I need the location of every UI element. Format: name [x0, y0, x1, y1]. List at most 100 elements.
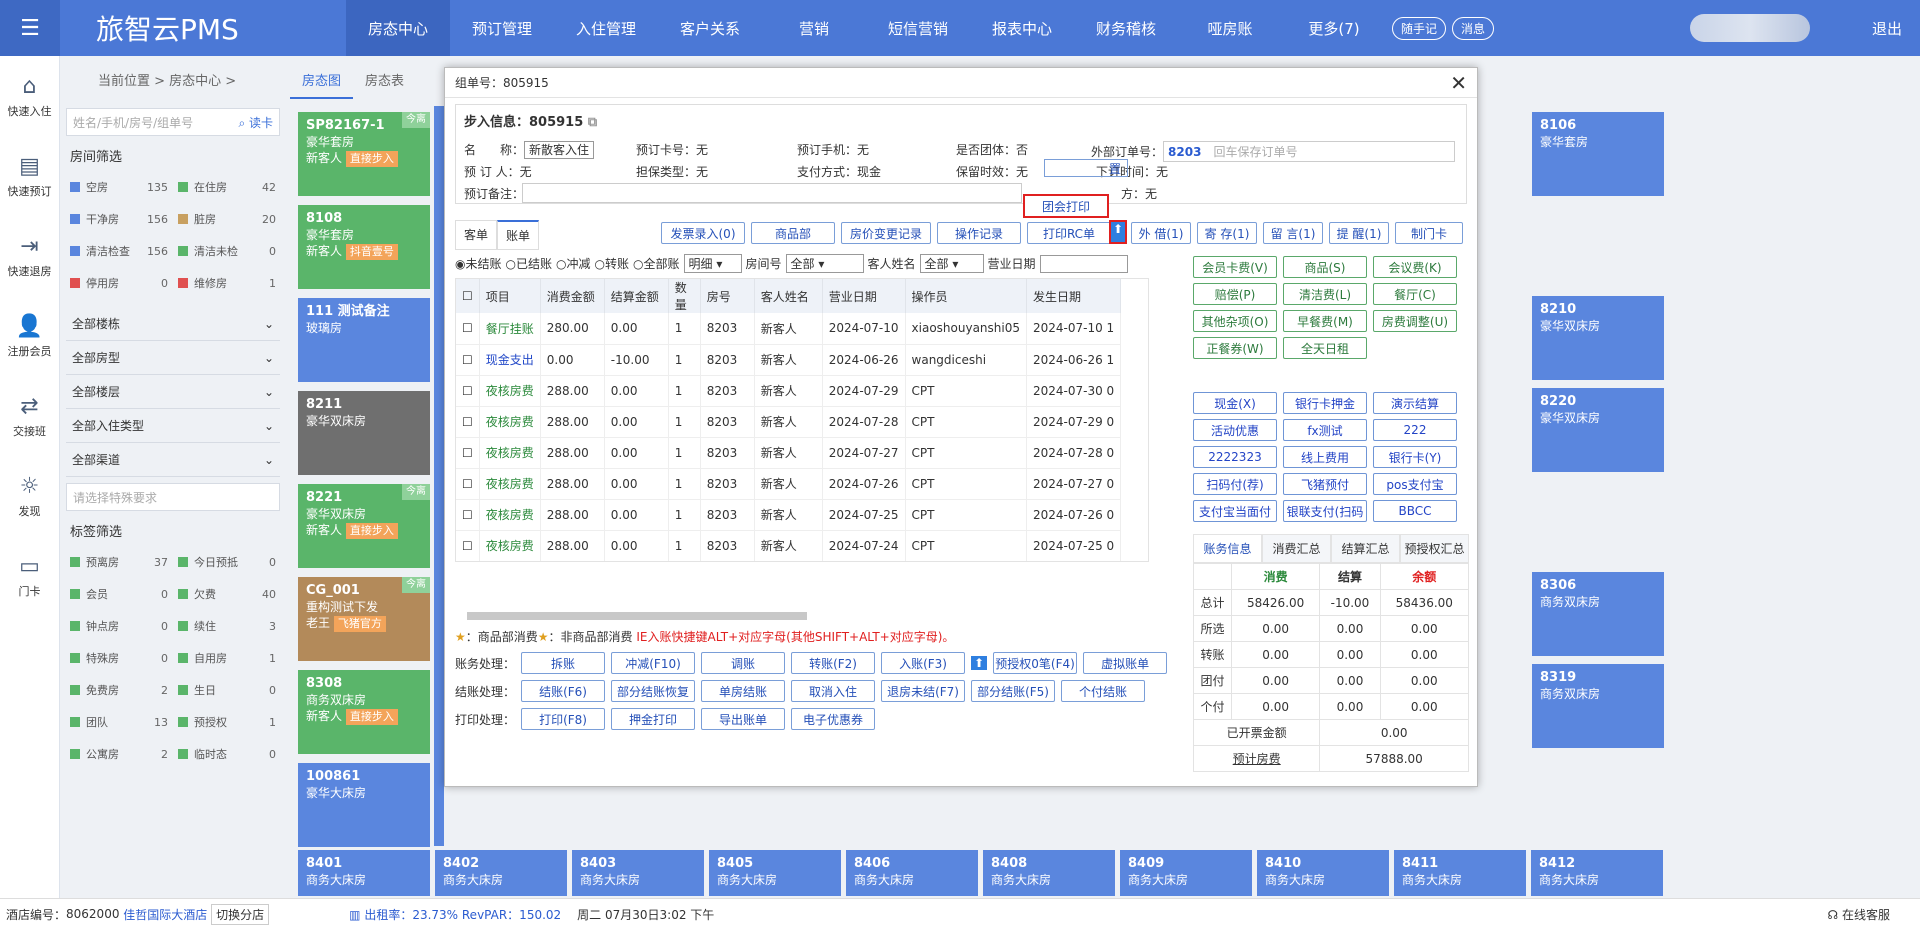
name-field[interactable]: 新散客入住: [524, 141, 595, 159]
print-button[interactable]: 押金打印: [611, 708, 696, 730]
charge-button[interactable]: 餐厅(C): [1373, 283, 1457, 305]
tab-room-map[interactable]: 房态图: [290, 62, 354, 99]
table-row[interactable]: ☐ 现金支出 0.00 -10.00 1 8203 新客人 2024-06-26 wangdic…: [456, 344, 1122, 376]
settle-button[interactable]: 部分结账(F5): [971, 680, 1056, 702]
charge-button[interactable]: 会员卡费(V): [1193, 256, 1277, 278]
payment-button[interactable]: 演示结算: [1373, 392, 1457, 414]
room-filter-item[interactable]: 停用房 0: [70, 269, 168, 297]
tag-filter-item[interactable]: 生日 0: [178, 676, 276, 704]
payment-button[interactable]: 银联支付(扫码: [1283, 500, 1367, 522]
room-filter-item[interactable]: 维修房 1: [178, 269, 276, 297]
notes-pill[interactable]: 随手记: [1392, 16, 1447, 40]
room-tile[interactable]: 8402 商务大床房: [435, 850, 567, 896]
toolbar-button[interactable]: 操作记录: [937, 222, 1021, 244]
print-button[interactable]: 打印(F8): [521, 708, 606, 730]
filter-dropdown[interactable]: 全部楼栋 ⌄: [66, 307, 280, 341]
radio-unsettled[interactable]: ◉未结账: [455, 255, 502, 272]
filter-dropdown[interactable]: 全部入住类型 ⌄: [66, 409, 280, 443]
payment-button[interactable]: 扫码付(荐): [1193, 473, 1277, 495]
settle-button[interactable]: 个付结账: [1061, 680, 1146, 702]
payment-button[interactable]: 活动优惠: [1193, 419, 1277, 441]
summary-tab[interactable]: 结算汇总: [1331, 534, 1400, 563]
table-row[interactable]: ☐ 夜核房费 288.00 0.00 1 8203 新客人 2024-07-28 CPT 2024…: [456, 406, 1122, 438]
account-button[interactable]: 预授权0笔(F4): [993, 652, 1078, 674]
toolbar-button[interactable]: 房价变更记录: [841, 222, 931, 244]
account-button[interactable]: 冲减(F10): [611, 652, 696, 674]
room-tile[interactable]: 8306 商务双床房: [1532, 572, 1664, 656]
upload-icon[interactable]: ⬆: [971, 656, 988, 670]
settle-button[interactable]: 单房结账: [701, 680, 786, 702]
row-checkbox[interactable]: ☐: [456, 437, 480, 469]
room-filter-item[interactable]: 清洁未检 0: [178, 237, 276, 265]
room-filter-item[interactable]: 在住房 42: [178, 173, 276, 201]
row-checkbox[interactable]: ☐: [456, 375, 480, 407]
special-request-input[interactable]: 请选择特殊要求: [66, 483, 280, 511]
tag-filter-item[interactable]: 公寓房 2: [70, 740, 168, 768]
account-button[interactable]: 转账(F2): [791, 652, 876, 674]
filter-dropdown[interactable]: 全部渠道 ⌄: [66, 443, 280, 477]
tag-filter-item[interactable]: 免费房 2: [70, 676, 168, 704]
payment-button[interactable]: 飞猪预付: [1283, 473, 1367, 495]
payment-button[interactable]: BBCC: [1373, 500, 1457, 522]
payment-button[interactable]: 银行卡押金: [1283, 392, 1367, 414]
print-button[interactable]: 导出账单: [701, 708, 786, 730]
tag-filter-item[interactable]: 自用房 1: [178, 644, 276, 672]
h-scrollbar[interactable]: [467, 612, 807, 620]
nav-more[interactable]: 更多(7): [1282, 0, 1386, 56]
tag-filter-item[interactable]: 临时态 0: [178, 740, 276, 768]
tab-bill[interactable]: 账单: [497, 220, 540, 250]
room-tile[interactable]: CG_001 重构测试下发 老王 飞猪官方 今离: [298, 577, 430, 661]
account-button[interactable]: 虚拟账单: [1083, 652, 1168, 674]
filter-dropdown[interactable]: 全部楼层 ⌄: [66, 375, 280, 409]
quick-booking[interactable]: ▤ 快速预订: [0, 136, 59, 216]
summary-tab[interactable]: 消费汇总: [1262, 534, 1331, 563]
shift-handover[interactable]: ⇄ 交接班: [0, 376, 59, 456]
radio-offset[interactable]: ○冲减: [556, 255, 591, 272]
room-tile[interactable]: SP82167-1 豪华套房 新客人 直接步入 今离: [298, 112, 430, 196]
room-tile[interactable]: 111 测试备注 玻璃房: [298, 298, 430, 382]
room-filter-item[interactable]: 脏房 20: [178, 205, 276, 233]
table-row[interactable]: ☐ 夜核房费 288.00 0.00 1 8203 新客人 2024-07-29 CPT 2024…: [456, 375, 1122, 407]
charge-button[interactable]: 房费调整(U): [1373, 310, 1457, 332]
room-tile[interactable]: 8221 豪华双床房 新客人 直接步入 今离: [298, 484, 430, 568]
row-checkbox[interactable]: ☐: [456, 406, 480, 438]
payment-button[interactable]: 银行卡(Y): [1373, 446, 1457, 468]
toolbar-right-button[interactable]: 制门卡: [1395, 222, 1463, 244]
table-row[interactable]: ☐夜核房费288.000.0018203新客人2024-07-23CPT2024…: [456, 561, 1121, 562]
menu-toggle-icon[interactable]: ☰: [0, 0, 60, 56]
room-filter-item[interactable]: 清洁检查 156: [70, 237, 168, 265]
charge-button[interactable]: 正餐券(W): [1193, 337, 1277, 359]
room-tile[interactable]: 8405 商务大床房: [709, 850, 841, 896]
account-button[interactable]: 拆账: [521, 652, 606, 674]
search-input[interactable]: 姓名/手机/房号/组单号 ⌕ 读卡: [66, 108, 280, 136]
remark-input[interactable]: [522, 183, 1022, 203]
guest-select[interactable]: 全部 ▾: [919, 254, 984, 273]
row-checkbox[interactable]: ☐: [456, 499, 480, 531]
toolbar-button[interactable]: 发票录入(0): [661, 222, 745, 244]
room-tile[interactable]: 8211 豪华双床房: [298, 391, 430, 475]
settle-button[interactable]: 部分结账恢复: [611, 680, 696, 702]
radio-transfer[interactable]: ○转账: [595, 255, 630, 272]
nav-booking[interactable]: 预订管理: [450, 0, 554, 56]
room-tile[interactable]: 8108 豪华套房 新客人 抖音壹号: [298, 205, 430, 289]
charge-button[interactable]: 其他杂项(O): [1193, 310, 1277, 332]
tag-filter-item[interactable]: 今日预抵 0: [178, 548, 276, 576]
user-avatar[interactable]: [1690, 14, 1810, 42]
room-tile[interactable]: 8106 豪华套房: [1532, 112, 1664, 196]
switch-branch-button[interactable]: 切换分店: [211, 903, 270, 925]
room-tile[interactable]: 8412 商务大床房: [1531, 850, 1663, 896]
nav-audit[interactable]: 财务稽核: [1074, 0, 1178, 56]
tag-filter-item[interactable]: 预离房 37: [70, 548, 168, 576]
room-tile[interactable]: 8408 商务大床房: [983, 850, 1115, 896]
room-filter-item[interactable]: 空房 135: [70, 173, 168, 201]
room-tile[interactable]: 8410 商务大床房: [1257, 850, 1389, 896]
detail-select[interactable]: 明细 ▾: [683, 254, 742, 273]
logout-link[interactable]: 退出: [1872, 18, 1902, 39]
payment-button[interactable]: pos支付宝: [1373, 473, 1457, 495]
row-checkbox[interactable]: ☐: [456, 313, 480, 345]
payment-button[interactable]: 222: [1373, 419, 1457, 441]
table-row[interactable]: ☐ 夜核房费 288.00 0.00 1 8203 新客人 2024-07-24 CPT 2024…: [456, 530, 1122, 561]
room-tile[interactable]: 8401 商务大床房: [298, 850, 430, 896]
toolbar-right-button[interactable]: 寄 存(1): [1197, 222, 1257, 244]
charge-button[interactable]: 商品(S): [1283, 256, 1367, 278]
